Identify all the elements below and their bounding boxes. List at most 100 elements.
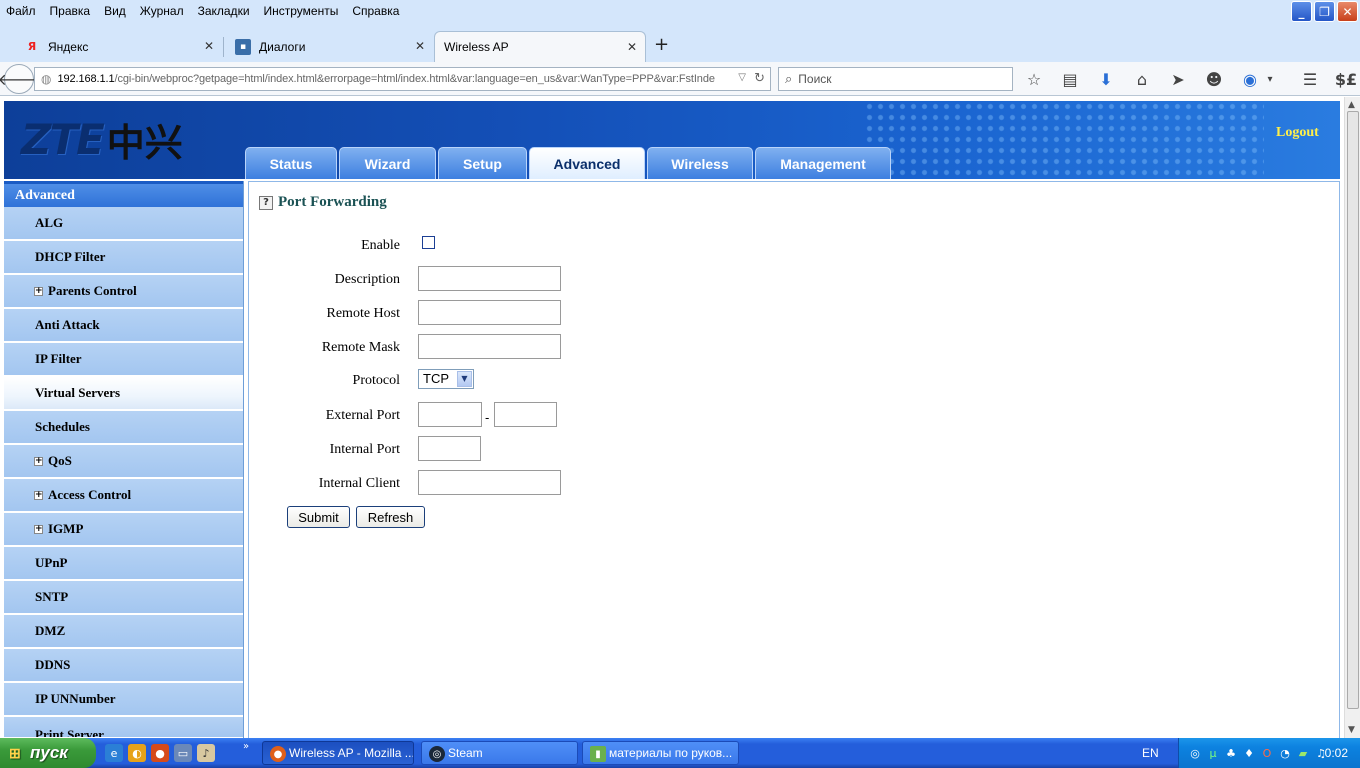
sidebar-item-upnp[interactable]: UPnP [4, 547, 243, 581]
sidebar-item-anti-attack[interactable]: Anti Attack [4, 309, 243, 343]
desktop-icon[interactable]: ▭ [174, 744, 192, 762]
sidebar-item-virtual-servers[interactable]: Virtual Servers [4, 377, 243, 411]
start-button[interactable]: ⊞ пуск [0, 738, 96, 768]
sidebar-item-dmz[interactable]: DMZ [4, 615, 243, 649]
refresh-button[interactable]: Refresh [356, 506, 425, 528]
restore-button[interactable]: ❐ [1314, 1, 1335, 22]
protocol-select[interactable]: TCP ▼ [418, 369, 474, 389]
tray-app-icon[interactable]: ◔ [1277, 745, 1293, 761]
sidebar-item-access-control[interactable]: + Access Control [4, 479, 243, 513]
remote-mask-label: Remote Mask [321, 340, 400, 355]
media-icon[interactable]: ♪ [197, 744, 215, 762]
sidebar-item-print-server[interactable]: Print Server [4, 717, 243, 738]
description-input[interactable] [418, 266, 561, 291]
enable-checkbox[interactable] [422, 236, 435, 249]
tab-wireless[interactable]: Wireless [647, 147, 753, 179]
external-port-end-input[interactable] [494, 402, 557, 427]
tab-wizard[interactable]: Wizard [339, 147, 436, 179]
menu-bookmarks[interactable]: Закладки [198, 4, 250, 18]
close-button[interactable]: ✕ [1337, 1, 1358, 22]
tray-app-icon[interactable]: ♣ [1223, 745, 1239, 761]
reload-icon[interactable]: ↻ [754, 71, 765, 86]
bookmark-star-icon[interactable]: ☆ [1022, 67, 1046, 91]
close-tab-icon[interactable]: ✕ [415, 39, 425, 53]
expand-icon[interactable]: + [34, 490, 43, 500]
sidebar-item-alg[interactable]: ALG [4, 207, 243, 241]
url-dropdown-icon[interactable]: ▽ [738, 72, 746, 83]
tab-dialogs[interactable]: ▪ Диалоги ✕ [225, 31, 433, 62]
new-tab-icon[interactable]: + [654, 34, 669, 55]
page-scrollbar[interactable]: ▲ ▼ [1344, 97, 1360, 738]
external-port-start-input[interactable] [418, 402, 482, 427]
tab-advanced[interactable]: Advanced [529, 147, 645, 179]
sidebar-item-ip-unnumber[interactable]: IP UNNumber [4, 683, 243, 717]
currency-icon[interactable]: $£ [1334, 67, 1358, 91]
scroll-down-icon[interactable]: ▼ [1348, 725, 1355, 735]
sidebar-item-parents-control[interactable]: + Parents Control [4, 275, 243, 309]
search-input[interactable]: ⌕ Поиск [778, 67, 1013, 91]
folder-icon: ▮ [590, 746, 606, 762]
url-bar[interactable]: ◍ 192.168.1.1/cgi-bin/webproc?getpage=ht… [34, 67, 771, 91]
reading-list-icon[interactable]: ▤ [1058, 67, 1082, 91]
menu-edit[interactable]: Правка [50, 4, 91, 18]
expand-icon[interactable]: + [34, 456, 43, 466]
nvidia-icon[interactable]: ▰ [1295, 745, 1311, 761]
tab-wireless-ap[interactable]: Wireless AP ✕ [434, 31, 646, 62]
extension-dropdown-icon[interactable]: ▾ [1264, 67, 1276, 91]
tab-setup[interactable]: Setup [438, 147, 527, 179]
send-icon[interactable]: ➤ [1166, 67, 1190, 91]
app-icon[interactable]: ◐ [128, 744, 146, 762]
chat-bubble-icon[interactable]: ☻ [1202, 67, 1226, 91]
menu-file[interactable]: Файл [6, 4, 36, 18]
opera-icon[interactable]: O [1259, 745, 1275, 761]
back-button[interactable]: 🡐 [0, 64, 40, 94]
scroll-up-icon[interactable]: ▲ [1348, 100, 1355, 110]
menu-help[interactable]: Справка [352, 4, 399, 18]
task-steam[interactable]: ◎ Steam [421, 741, 578, 765]
help-icon[interactable]: ? [259, 195, 273, 210]
task-firefox[interactable]: ● Wireless AP - Mozilla ... [262, 741, 414, 765]
close-tab-icon[interactable]: ✕ [627, 40, 637, 54]
tab-management[interactable]: Management [755, 147, 891, 179]
steam-tray-icon[interactable]: ◎ [1187, 745, 1203, 761]
globe-icon: ◍ [41, 72, 52, 86]
downloads-icon[interactable]: ⬇ [1094, 67, 1118, 91]
extension-icon[interactable]: ◉ [1238, 67, 1262, 91]
internal-client-input[interactable] [418, 470, 561, 495]
sidebar-item-igmp[interactable]: + IGMP [4, 513, 243, 547]
tray-app-icon[interactable]: ♦ [1241, 745, 1257, 761]
task-folder[interactable]: ▮ материалы по руков... [582, 741, 739, 765]
scroll-thumb[interactable] [1347, 111, 1359, 709]
tab-status[interactable]: Status [245, 147, 337, 179]
remote-mask-input[interactable] [418, 334, 561, 359]
close-tab-icon[interactable]: ✕ [204, 39, 214, 53]
sidebar-item-qos[interactable]: + QoS [4, 445, 243, 479]
menu-hamburger-icon[interactable]: ☰ [1298, 67, 1322, 91]
language-indicator[interactable]: EN [1142, 746, 1159, 760]
enable-label: Enable [361, 238, 400, 253]
menu-view[interactable]: Вид [104, 4, 126, 18]
home-icon[interactable]: ⌂ [1130, 67, 1154, 91]
quick-launch-more-icon[interactable]: » [243, 741, 249, 752]
remote-host-input[interactable] [418, 300, 561, 325]
submit-button[interactable]: Submit [287, 506, 350, 528]
utorrent-icon[interactable]: µ [1205, 745, 1221, 761]
expand-icon[interactable]: + [34, 524, 43, 534]
tab-yandex[interactable]: Я Яндекс ✕ [14, 31, 224, 62]
logout-link[interactable]: Logout [1276, 125, 1319, 141]
internal-client-label: Internal Client [318, 476, 400, 491]
ie-icon[interactable]: e [105, 744, 123, 762]
description-row: Description [260, 266, 860, 292]
menu-history[interactable]: Журнал [140, 4, 184, 18]
internal-port-input[interactable] [418, 436, 481, 461]
expand-icon[interactable]: + [34, 286, 43, 296]
sidebar-heading: Advanced [4, 181, 243, 207]
sidebar-item-schedules[interactable]: Schedules [4, 411, 243, 445]
sidebar-item-dhcp-filter[interactable]: DHCP Filter [4, 241, 243, 275]
sidebar-item-ip-filter[interactable]: IP Filter [4, 343, 243, 377]
minimize-button[interactable]: _ [1291, 1, 1312, 22]
menu-tools[interactable]: Инструменты [264, 4, 339, 18]
firefox-icon[interactable]: ● [151, 744, 169, 762]
sidebar-item-ddns[interactable]: DDNS [4, 649, 243, 683]
sidebar-item-sntp[interactable]: SNTP [4, 581, 243, 615]
